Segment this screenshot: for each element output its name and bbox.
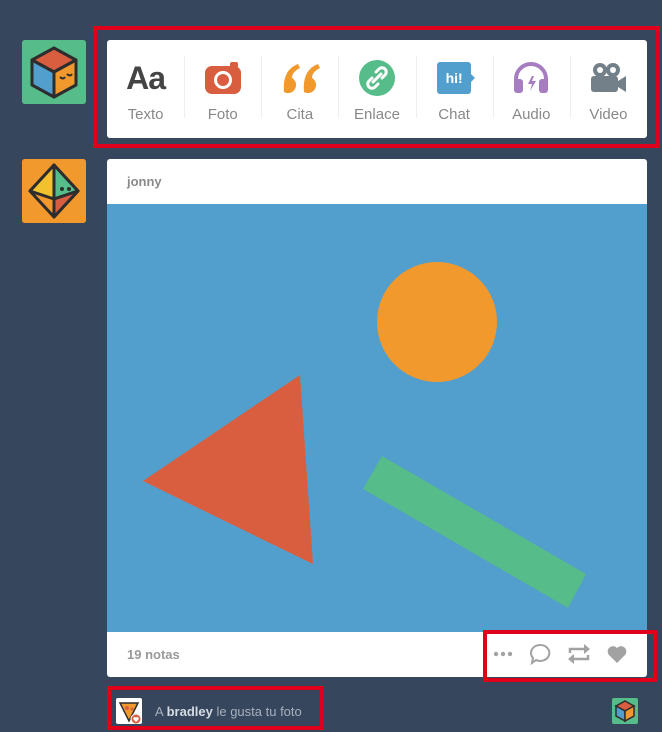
photo-post: jonny 19 notas	[107, 159, 647, 677]
current-user-avatar[interactable]	[22, 40, 86, 104]
current-user-mini-avatar[interactable]	[612, 698, 638, 724]
post-header: jonny	[107, 159, 647, 204]
highlight-box-post-types	[93, 26, 660, 148]
orange-circle-shape	[377, 262, 497, 382]
post-author-name[interactable]: jonny	[127, 174, 162, 189]
post-author-avatar[interactable]	[22, 159, 86, 223]
notes-count[interactable]: 19 notas	[127, 647, 180, 662]
diamond-avatar-icon	[22, 159, 86, 223]
highlight-box-post-actions	[483, 630, 657, 682]
post-photo[interactable]	[107, 204, 647, 632]
cube-avatar-icon	[614, 700, 636, 723]
cube-avatar-icon	[22, 40, 86, 104]
highlight-box-notification	[107, 686, 324, 730]
